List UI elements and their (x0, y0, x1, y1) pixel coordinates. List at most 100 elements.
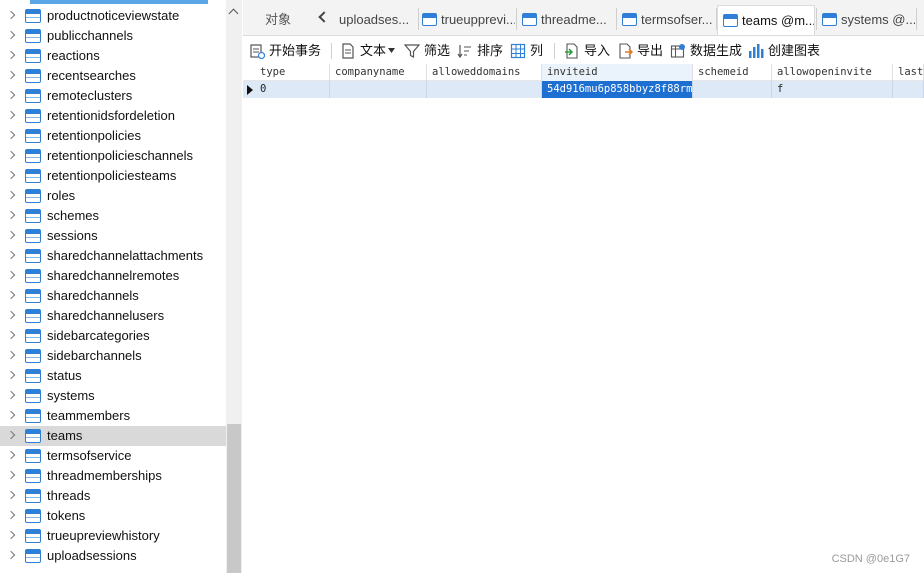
import-icon (565, 43, 578, 59)
data-generation-button[interactable]: 数据生成 (670, 39, 744, 63)
scrollbar-thumb[interactable] (227, 424, 241, 573)
tree-item-systems[interactable]: systems (0, 386, 226, 406)
chevron-right-icon[interactable] (6, 110, 16, 120)
cell-last[interactable] (893, 81, 924, 98)
cell-type[interactable]: 0 (255, 81, 330, 98)
tree-item-sharedchannelattachments[interactable]: sharedchannelattachments (0, 246, 226, 266)
chevron-right-icon[interactable] (6, 350, 16, 360)
column-header-type[interactable]: type (255, 64, 330, 81)
chevron-right-icon[interactable] (6, 50, 16, 60)
tree-item-label: retentionpolicieschannels (47, 148, 193, 163)
tree-item-tokens[interactable]: tokens (0, 506, 226, 526)
tree-item-retentionpolicieschannels[interactable]: retentionpolicieschannels (0, 146, 226, 166)
columns-button[interactable]: 列 (510, 39, 546, 63)
tab-3[interactable]: termsofser... (617, 5, 715, 35)
chevron-right-icon[interactable] (6, 10, 16, 20)
chevron-right-icon[interactable] (6, 130, 16, 140)
tree-item-trueupreviewhistory[interactable]: trueupreviewhistory (0, 526, 226, 546)
chevron-right-icon[interactable] (6, 150, 16, 160)
tree-item-remoteclusters[interactable]: remoteclusters (0, 86, 226, 106)
tree-item-uploadsessions[interactable]: uploadsessions (0, 546, 226, 566)
table-icon (25, 49, 41, 63)
tab-0[interactable]: uploadses... (337, 5, 417, 35)
tab-objects[interactable]: 对象 (243, 5, 315, 35)
tree-item-sharedchannelremotes[interactable]: sharedchannelremotes (0, 266, 226, 286)
table-icon (25, 529, 41, 543)
tree-item-sessions[interactable]: sessions (0, 226, 226, 246)
tree-item-sidebarcategories[interactable]: sidebarcategories (0, 326, 226, 346)
chevron-right-icon[interactable] (6, 370, 16, 380)
chevron-right-icon[interactable] (6, 190, 16, 200)
tree-item-label: sharedchannelremotes (47, 268, 180, 283)
text-view-button[interactable]: 文本 (340, 39, 398, 63)
cell-inviteid[interactable]: 54d916mu6p858bbyz8f88rml (542, 81, 693, 98)
chevron-right-icon[interactable] (6, 210, 16, 220)
filter-button[interactable]: 筛选 (404, 39, 452, 63)
tree-item-sharedchannels[interactable]: sharedchannels (0, 286, 226, 306)
chevron-right-icon[interactable] (6, 330, 16, 340)
chevron-right-icon[interactable] (6, 250, 16, 260)
tree-item-retentionpoliciesteams[interactable]: retentionpoliciesteams (0, 166, 226, 186)
column-header-last[interactable]: last (893, 64, 924, 81)
chevron-right-icon[interactable] (6, 70, 16, 80)
import-button[interactable]: 导入 (564, 39, 612, 63)
chevron-right-icon[interactable] (6, 470, 16, 480)
sort-button[interactable]: 排序 (457, 39, 505, 63)
tree-item-reactions[interactable]: reactions (0, 46, 226, 66)
tree-item-sharedchannelusers[interactable]: sharedchannelusers (0, 306, 226, 326)
tree-item-threadmemberships[interactable]: threadmemberships (0, 466, 226, 486)
tab-2[interactable]: threadme... (517, 5, 615, 35)
chevron-right-icon[interactable] (6, 390, 16, 400)
tree-item-retentionidsfordeletion[interactable]: retentionidsfordeletion (0, 106, 226, 126)
chevron-right-icon[interactable] (6, 410, 16, 420)
chevron-right-icon[interactable] (6, 230, 16, 240)
tab-scroll-left-icon[interactable] (318, 11, 330, 23)
tab-label: threadme... (541, 12, 607, 27)
column-header-alloweddomains[interactable]: alloweddomains (427, 64, 542, 81)
begin-transaction-button[interactable]: 开始事务 (249, 39, 327, 63)
tree-scrollbar[interactable] (226, 0, 242, 573)
chevron-right-icon[interactable] (6, 310, 16, 320)
cell-alloweddomains[interactable] (427, 81, 542, 98)
chevron-right-icon[interactable] (6, 170, 16, 180)
tree-item-sidebarchannels[interactable]: sidebarchannels (0, 346, 226, 366)
tree-item-teams[interactable]: teams (0, 426, 226, 446)
chevron-right-icon[interactable] (6, 90, 16, 100)
tree-item-status[interactable]: status (0, 366, 226, 386)
tree-item-recentsearches[interactable]: recentsearches (0, 66, 226, 86)
tab-5[interactable]: systems @... (817, 5, 915, 35)
tree-item-roles[interactable]: roles (0, 186, 226, 206)
column-header-allowopeninvite[interactable]: allowopeninvite (772, 64, 893, 81)
tree-item-productnoticeviewstate[interactable]: productnoticeviewstate (0, 6, 226, 26)
scroll-up-arrow-icon[interactable] (228, 8, 239, 19)
chevron-right-icon[interactable] (6, 530, 16, 540)
tree-item-threads[interactable]: threads (0, 486, 226, 506)
tree-item-termsofservice[interactable]: termsofservice (0, 446, 226, 466)
tab-4[interactable]: teams @m... (717, 5, 815, 35)
chevron-right-icon[interactable] (6, 550, 16, 560)
tree-item-label: teammembers (47, 408, 131, 423)
chevron-right-icon[interactable] (6, 450, 16, 460)
tree-item-teammembers[interactable]: teammembers (0, 406, 226, 426)
tree-item-retentionpolicies[interactable]: retentionpolicies (0, 126, 226, 146)
chevron-right-icon[interactable] (6, 490, 16, 500)
column-header-schemeid[interactable]: schemeid (693, 64, 772, 81)
chevron-right-icon[interactable] (6, 510, 16, 520)
chevron-right-icon[interactable] (6, 290, 16, 300)
table-icon (25, 249, 41, 263)
tree-item-publicchannels[interactable]: publicchannels (0, 26, 226, 46)
create-chart-button[interactable]: 创建图表 (748, 39, 822, 63)
cell-allowopeninvite[interactable]: f (772, 81, 893, 98)
tree-item-label: threads (47, 488, 91, 503)
cell-companyname[interactable] (330, 81, 427, 98)
cell-schemeid[interactable] (693, 81, 772, 98)
chevron-right-icon[interactable] (6, 30, 16, 40)
chevron-right-icon[interactable] (6, 270, 16, 280)
tab-1[interactable]: trueupprevi... (417, 5, 515, 35)
column-header-companyname[interactable]: companyname (330, 64, 427, 81)
tree-item-schemes[interactable]: schemes (0, 206, 226, 226)
column-header-inviteid[interactable]: inviteid (542, 64, 693, 81)
chevron-right-icon[interactable] (6, 430, 16, 440)
table-row[interactable]: 0 54d916mu6p858bbyz8f88rml f (243, 81, 924, 98)
export-button[interactable]: 导出 (617, 39, 665, 63)
